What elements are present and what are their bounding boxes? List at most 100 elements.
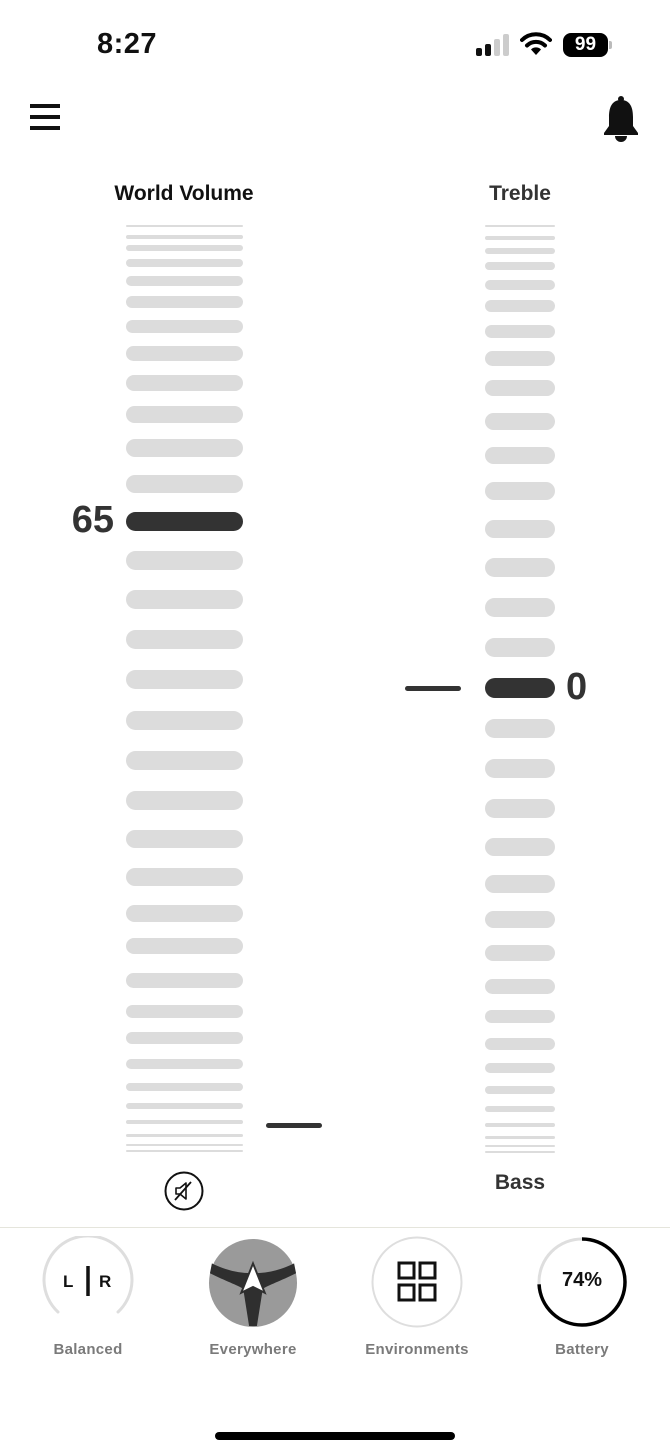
slider-tick-selected bbox=[126, 511, 243, 531]
nav-battery[interactable]: 74% Battery bbox=[517, 1236, 647, 1366]
slider-tick bbox=[485, 838, 555, 856]
slider-tick bbox=[485, 978, 555, 994]
slider-tick bbox=[126, 1032, 243, 1044]
slider-tick bbox=[485, 557, 555, 577]
world-volume-min-marker bbox=[266, 1123, 322, 1128]
slider-tick bbox=[485, 1135, 555, 1139]
slider-tick bbox=[485, 1106, 555, 1112]
cellular-signal-icon bbox=[476, 34, 510, 56]
slider-tick bbox=[126, 669, 243, 689]
slider-tick bbox=[126, 439, 243, 457]
slider-tick bbox=[485, 1063, 555, 1073]
slider-tick bbox=[126, 868, 243, 886]
bell-icon[interactable] bbox=[600, 95, 642, 143]
slider-tick bbox=[485, 324, 555, 338]
status-time: 8:27 bbox=[97, 28, 158, 60]
slider-tick bbox=[485, 1009, 555, 1023]
hamburger-menu-icon[interactable] bbox=[30, 104, 60, 130]
slider-tick bbox=[126, 830, 243, 848]
slider-tick bbox=[126, 405, 243, 423]
slider-tick bbox=[485, 718, 555, 738]
slider-tick bbox=[485, 520, 555, 538]
world-volume-value: 65 bbox=[71, 499, 114, 541]
slider-tick bbox=[485, 1086, 555, 1094]
nav-balanced-label: Balanced bbox=[53, 1341, 123, 1358]
mute-button[interactable] bbox=[164, 1171, 204, 1211]
slider-tick bbox=[126, 1059, 243, 1069]
slider-tick bbox=[126, 750, 243, 770]
grid-four-squares-icon bbox=[371, 1236, 463, 1328]
slider-tick bbox=[126, 375, 243, 391]
nav-balanced[interactable]: L R Balanced bbox=[23, 1236, 153, 1366]
slider-tick-selected bbox=[485, 678, 555, 698]
slider-tick bbox=[485, 945, 555, 961]
slider-tick bbox=[485, 350, 555, 366]
slider-tick bbox=[485, 248, 555, 254]
slider-tick bbox=[126, 296, 243, 308]
bass-label: Bass bbox=[494, 1171, 546, 1194]
slider-tick bbox=[485, 1038, 555, 1050]
slider-tick bbox=[126, 1120, 243, 1124]
slider-tick bbox=[485, 380, 555, 396]
slider-tick bbox=[485, 225, 555, 227]
slider-tick bbox=[126, 475, 243, 493]
slider-tick bbox=[485, 758, 555, 778]
slider-tick bbox=[126, 245, 243, 251]
slider-tick bbox=[485, 1123, 555, 1127]
mute-speaker-icon bbox=[164, 1171, 204, 1211]
slider-tick bbox=[126, 972, 243, 988]
world-volume-slider[interactable] bbox=[126, 220, 243, 1160]
slider-tick bbox=[126, 710, 243, 730]
slider-tick bbox=[485, 300, 555, 312]
nav-environments[interactable]: Environments bbox=[352, 1236, 482, 1366]
nav-everywhere-label: Everywhere bbox=[209, 1341, 297, 1358]
slider-tick bbox=[485, 280, 555, 290]
slider-tick bbox=[485, 910, 555, 928]
battery-status-icon: 99 bbox=[563, 33, 608, 57]
bottom-nav-divider bbox=[0, 1227, 670, 1228]
spatial-audio-everywhere-icon bbox=[208, 1238, 298, 1328]
tone-center-marker bbox=[405, 686, 461, 691]
slider-tick bbox=[126, 259, 243, 267]
slider-tick bbox=[126, 1103, 243, 1109]
slider-tick bbox=[126, 550, 243, 570]
world-volume-title: World Volume bbox=[114, 182, 254, 205]
slider-tick bbox=[126, 1004, 243, 1018]
slider-tick bbox=[485, 412, 555, 430]
slider-tick bbox=[485, 482, 555, 500]
slider-tick bbox=[126, 1150, 243, 1152]
slider-tick bbox=[485, 236, 555, 240]
balance-right-letter: R bbox=[99, 1272, 112, 1291]
slider-tick bbox=[485, 446, 555, 464]
left-right-balance-icon bbox=[42, 1236, 134, 1314]
nav-everywhere[interactable]: Everywhere bbox=[188, 1236, 318, 1366]
home-indicator[interactable] bbox=[215, 1432, 455, 1440]
battery-nub bbox=[609, 41, 612, 49]
slider-tick bbox=[485, 798, 555, 818]
slider-tick bbox=[126, 276, 243, 286]
slider-tick bbox=[126, 319, 243, 333]
slider-tick bbox=[126, 235, 243, 239]
slider-tick bbox=[126, 790, 243, 810]
balance-left-letter: L bbox=[63, 1272, 74, 1291]
tone-slider[interactable] bbox=[485, 220, 555, 1160]
slider-tick bbox=[126, 225, 243, 227]
slider-tick bbox=[485, 637, 555, 657]
slider-tick bbox=[485, 1145, 555, 1147]
slider-tick bbox=[126, 904, 243, 922]
treble-label: Treble bbox=[489, 182, 551, 205]
wifi-icon bbox=[520, 32, 552, 61]
battery-percent: 74% bbox=[561, 1269, 603, 1291]
slider-tick bbox=[126, 345, 243, 361]
nav-battery-label: Battery bbox=[555, 1341, 609, 1358]
tone-value: 0 bbox=[566, 666, 588, 708]
slider-tick bbox=[126, 1133, 243, 1137]
slider-tick bbox=[485, 262, 555, 270]
slider-tick bbox=[126, 1144, 243, 1146]
slider-tick bbox=[126, 589, 243, 609]
slider-tick bbox=[485, 597, 555, 617]
slider-tick bbox=[485, 1151, 555, 1153]
slider-tick bbox=[126, 1083, 243, 1091]
nav-environments-label: Environments bbox=[365, 1341, 469, 1358]
slider-tick bbox=[485, 875, 555, 893]
